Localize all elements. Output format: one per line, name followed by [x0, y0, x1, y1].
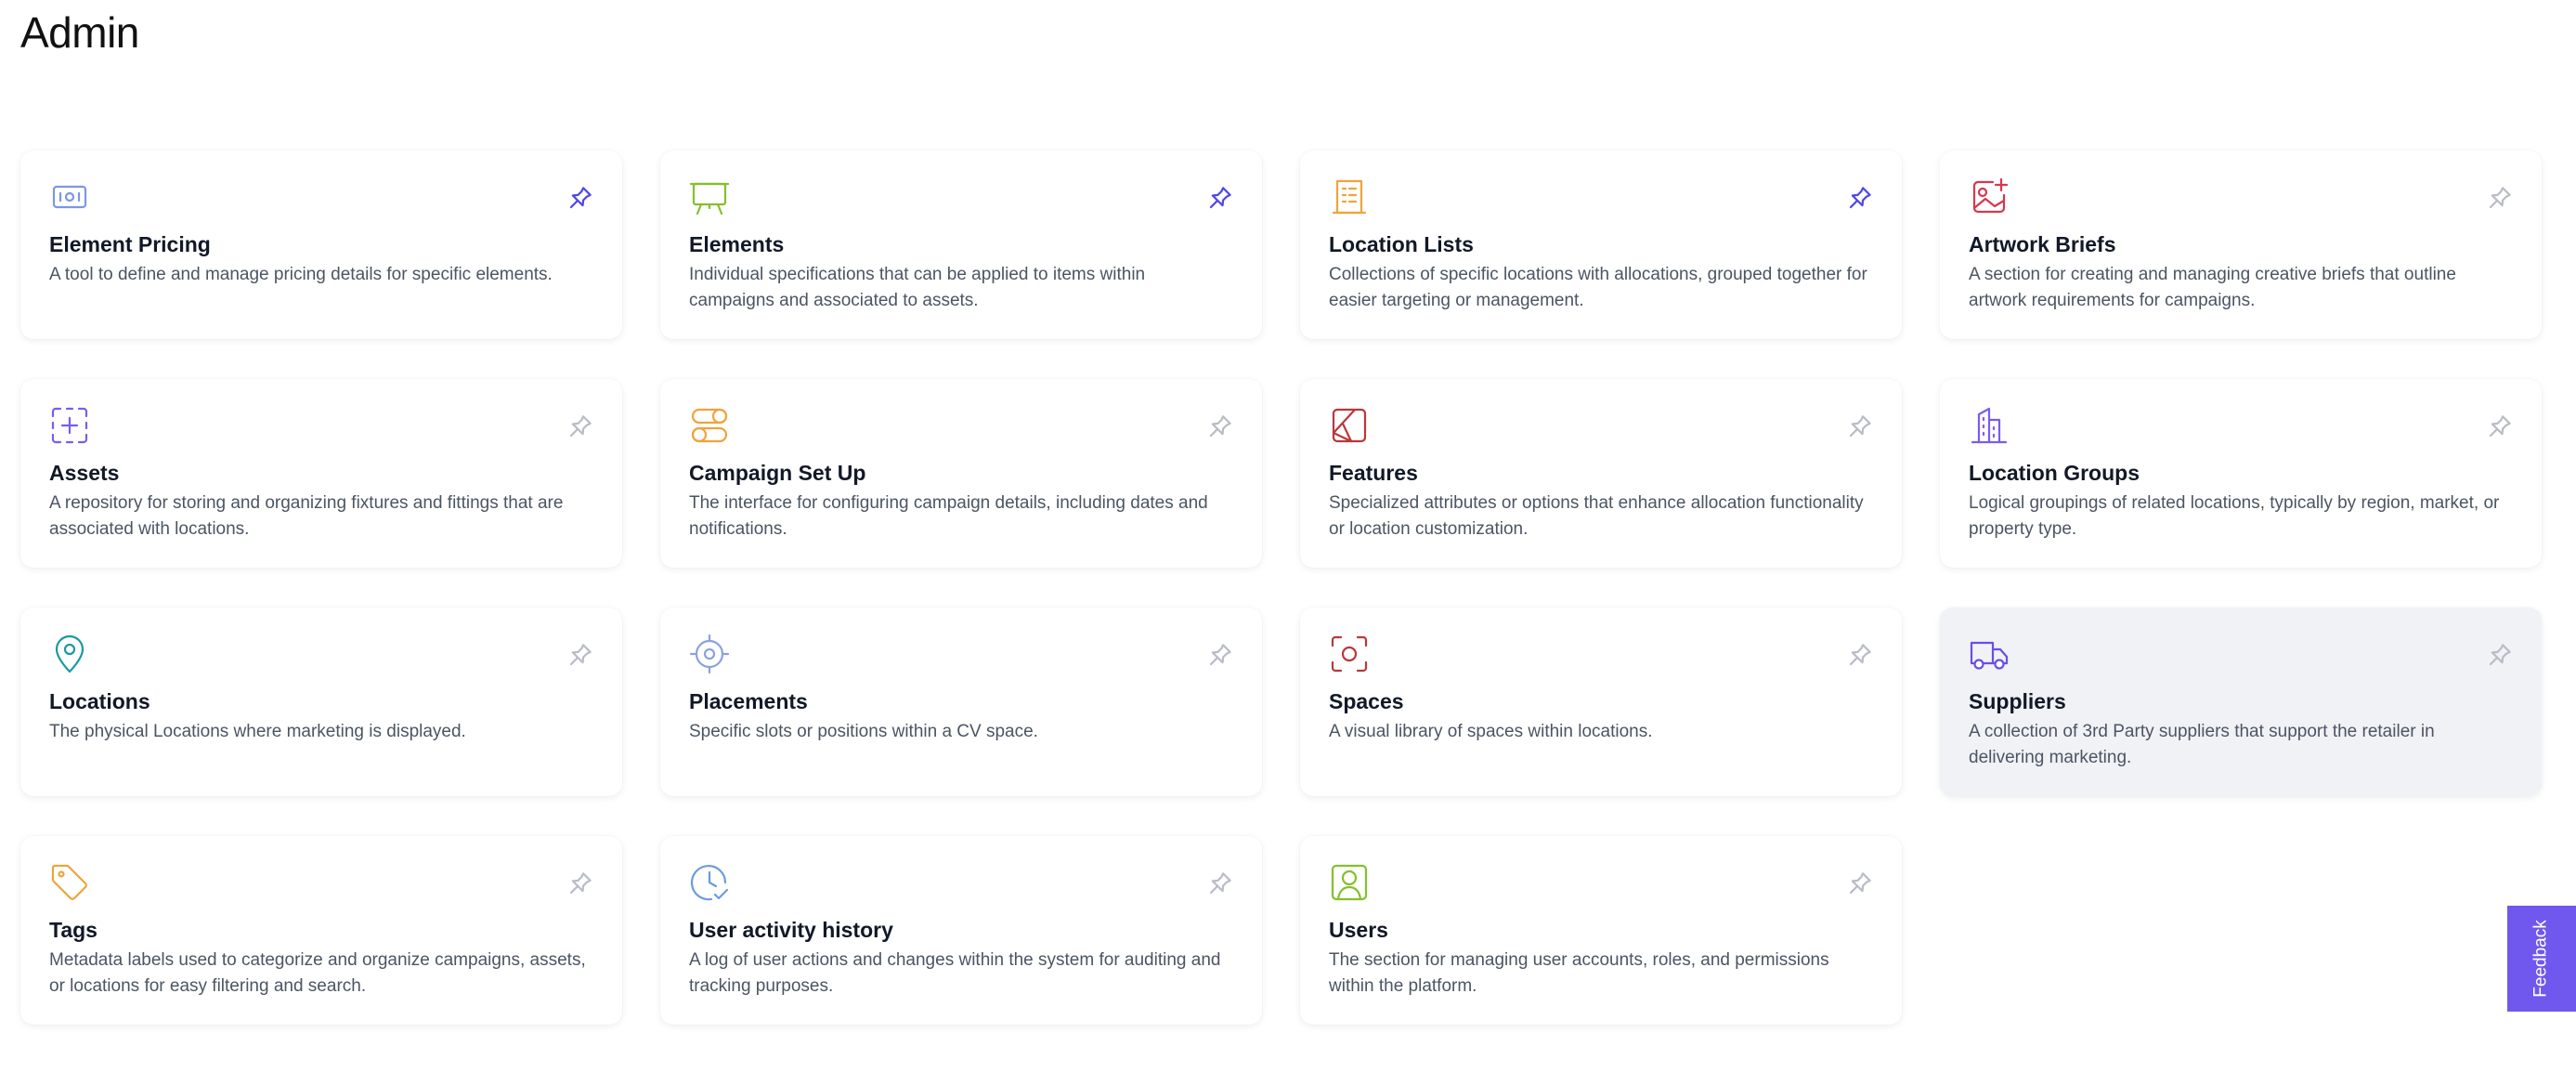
card-title: Assets — [49, 461, 120, 485]
pin-icon[interactable] — [2486, 184, 2514, 212]
pin-icon[interactable] — [2486, 412, 2514, 440]
card-title: Spaces — [1329, 689, 1404, 713]
image-add-icon — [1969, 176, 2010, 217]
card-description: A visual library of spaces within locati… — [1329, 722, 1653, 741]
admin-page: Admin Element Pricing A tool to define an… — [0, 0, 2576, 1085]
card-description: Logical groupings of related locations, … — [1969, 493, 2500, 539]
card-title: Artwork Briefs — [1969, 232, 2116, 256]
admin-card-user-activity-history[interactable]: User activity history A log of user actio… — [660, 836, 1262, 1025]
card-title: Elements — [689, 232, 785, 256]
admin-card-campaign-set-up[interactable]: Campaign Set Up The interface for configu… — [660, 379, 1262, 568]
card-title: Location Lists — [1329, 232, 1474, 256]
list-document-icon — [1329, 176, 1370, 217]
card-title: Locations — [49, 689, 150, 713]
focus-frame-icon — [1329, 634, 1370, 674]
pinned-icon[interactable] — [1206, 184, 1234, 212]
card-title: Placements — [689, 689, 808, 713]
pin-icon[interactable] — [566, 869, 594, 897]
card-description: Individual specifications that can be ap… — [689, 265, 1146, 310]
card-title: User activity history — [689, 918, 893, 942]
admin-card-features[interactable]: Features Specialized attributes or option… — [1300, 379, 1902, 568]
card-description: A collection of 3rd Party suppliers that… — [1969, 722, 2435, 767]
admin-card-suppliers[interactable]: Suppliers A collection of 3rd Party suppl… — [1940, 608, 2542, 796]
card-title: Location Groups — [1969, 461, 2140, 485]
dashed-square-plus-icon — [49, 405, 90, 446]
admin-card-artwork-briefs[interactable]: Artwork Briefs A section for creating and… — [1940, 150, 2542, 339]
card-title: Features — [1329, 461, 1418, 485]
card-description: A section for creating and managing crea… — [1969, 265, 2456, 310]
card-description: Metadata labels used to categorize and o… — [49, 950, 586, 996]
admin-card-elements[interactable]: Elements Individual specifications that c… — [660, 150, 1262, 339]
feature-shape-icon — [1329, 405, 1370, 446]
admin-card-location-groups[interactable]: Location Groups Logical groupings of rela… — [1940, 379, 2542, 568]
pin-icon[interactable] — [1846, 412, 1874, 440]
truck-icon — [1969, 634, 2010, 674]
pin-icon[interactable] — [1846, 641, 1874, 669]
toggles-icon — [689, 405, 730, 446]
card-title: Users — [1329, 918, 1388, 942]
tag-icon — [49, 862, 90, 903]
admin-card-assets[interactable]: Assets A repository for storing and organ… — [20, 379, 622, 568]
price-tag-card-icon — [49, 176, 90, 217]
presentation-board-icon — [689, 176, 730, 217]
card-title: Campaign Set Up — [689, 461, 866, 485]
card-title: Suppliers — [1969, 689, 2066, 713]
admin-card-location-lists[interactable]: Location Lists Collections of specific lo… — [1300, 150, 1902, 339]
buildings-icon — [1969, 405, 2010, 446]
feedback-button[interactable]: Feedback — [2507, 906, 2576, 1012]
clock-check-icon — [689, 862, 730, 903]
admin-card-grid: Element Pricing A tool to define and mana… — [20, 150, 2542, 1025]
card-description: A log of user actions and changes within… — [689, 950, 1221, 996]
crosshair-icon — [689, 634, 730, 674]
card-description: The interface for configuring campaign d… — [689, 493, 1208, 539]
pin-icon[interactable] — [1206, 412, 1234, 440]
admin-card-tags[interactable]: Tags Metadata labels used to categorize a… — [20, 836, 622, 1025]
pinned-icon[interactable] — [566, 184, 594, 212]
card-title: Element Pricing — [49, 232, 211, 256]
map-pin-icon — [49, 634, 90, 674]
feedback-label: Feedback — [2531, 920, 2552, 998]
pin-icon[interactable] — [566, 641, 594, 669]
pinned-icon[interactable] — [1846, 184, 1874, 212]
admin-card-locations[interactable]: Locations The physical Locations where ma… — [20, 608, 622, 796]
card-description: The physical Locations where marketing i… — [49, 722, 466, 741]
admin-card-placements[interactable]: Placements Specific slots or positions wi… — [660, 608, 1262, 796]
page-title: Admin — [20, 8, 139, 57]
pin-icon[interactable] — [1846, 869, 1874, 897]
admin-card-users[interactable]: Users The section for managing user accou… — [1300, 836, 1902, 1025]
pin-icon[interactable] — [1206, 641, 1234, 669]
admin-card-element-pricing[interactable]: Element Pricing A tool to define and mana… — [20, 150, 622, 339]
card-description: A tool to define and manage pricing deta… — [49, 265, 553, 284]
pin-icon[interactable] — [2486, 641, 2514, 669]
pin-icon[interactable] — [1206, 869, 1234, 897]
card-description: A repository for storing and organizing … — [49, 493, 564, 539]
card-description: Specialized attributes or options that e… — [1329, 493, 1864, 539]
admin-card-spaces[interactable]: Spaces A visual library of spaces within … — [1300, 608, 1902, 796]
card-description: Specific slots or positions within a CV … — [689, 722, 1038, 741]
card-description: The section for managing user accounts, … — [1329, 950, 1829, 996]
pin-icon[interactable] — [566, 412, 594, 440]
card-description: Collections of specific locations with a… — [1329, 265, 1867, 310]
card-title: Tags — [49, 918, 98, 942]
user-square-icon — [1329, 862, 1370, 903]
